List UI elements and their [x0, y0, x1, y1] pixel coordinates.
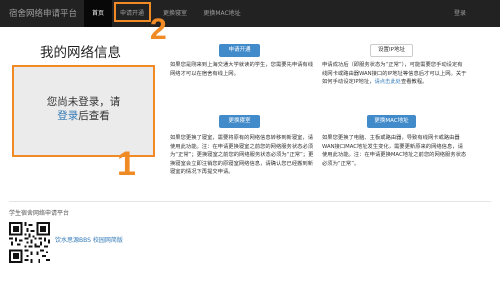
footer-links[interactable]: 饮水思源BBS 校园网简版	[55, 235, 123, 244]
apply-button[interactable]: 申请开通	[219, 44, 260, 57]
annotation-number-1: 1	[117, 145, 136, 183]
footer-title: 学生宿舍网络申请平台	[9, 210, 70, 217]
footer-divider	[9, 201, 491, 202]
change-mac-button[interactable]: 更换MAC地址	[367, 115, 416, 128]
annotation-number-2: 2	[150, 13, 167, 46]
brand-title[interactable]: 宿舍网络申请平台	[9, 7, 77, 19]
change-mac-description: 如果您更换了电脑、主板或路由器，导致有线网卡或路由器WAN接口MAC地址发生变化…	[322, 135, 467, 167]
set-ip-tutorial-link[interactable]: 请点击此处	[374, 79, 401, 85]
annotation-highlight-login-panel	[12, 65, 155, 157]
change-room-description: 如果您更换了寝室，需要将原有的网络信息转移到新寝室，请使用此功能。注：在申请更换…	[170, 135, 314, 175]
set-ip-text-after: 查看教程。	[400, 79, 428, 85]
set-ip-description: 申请成功后（即服务状态为“正常”），可能需要您手动设定有线网卡或路由器WAN接口…	[322, 61, 467, 87]
apply-description: 如果您是刚来到上海交通大学就读的学生，您需要先申请有线网络才可以在宿舍有线上网。	[170, 62, 314, 77]
nav-item-change-mac[interactable]: 更换MAC地址	[197, 0, 247, 27]
nav-item-home[interactable]: 首页	[84, 0, 112, 27]
top-navbar: 宿舍网络申请平台 首页 申请开通 更换寝室 更换MAC地址 登录	[0, 0, 500, 27]
login-link[interactable]: 登录	[454, 0, 466, 27]
change-room-button[interactable]: 更换寝室	[219, 115, 260, 128]
annotation-highlight-apply	[114, 2, 151, 22]
qr-code-icon	[9, 222, 50, 263]
network-info-title: 我的网络信息	[40, 45, 121, 61]
set-ip-button[interactable]: 设置IP地址	[370, 44, 413, 57]
